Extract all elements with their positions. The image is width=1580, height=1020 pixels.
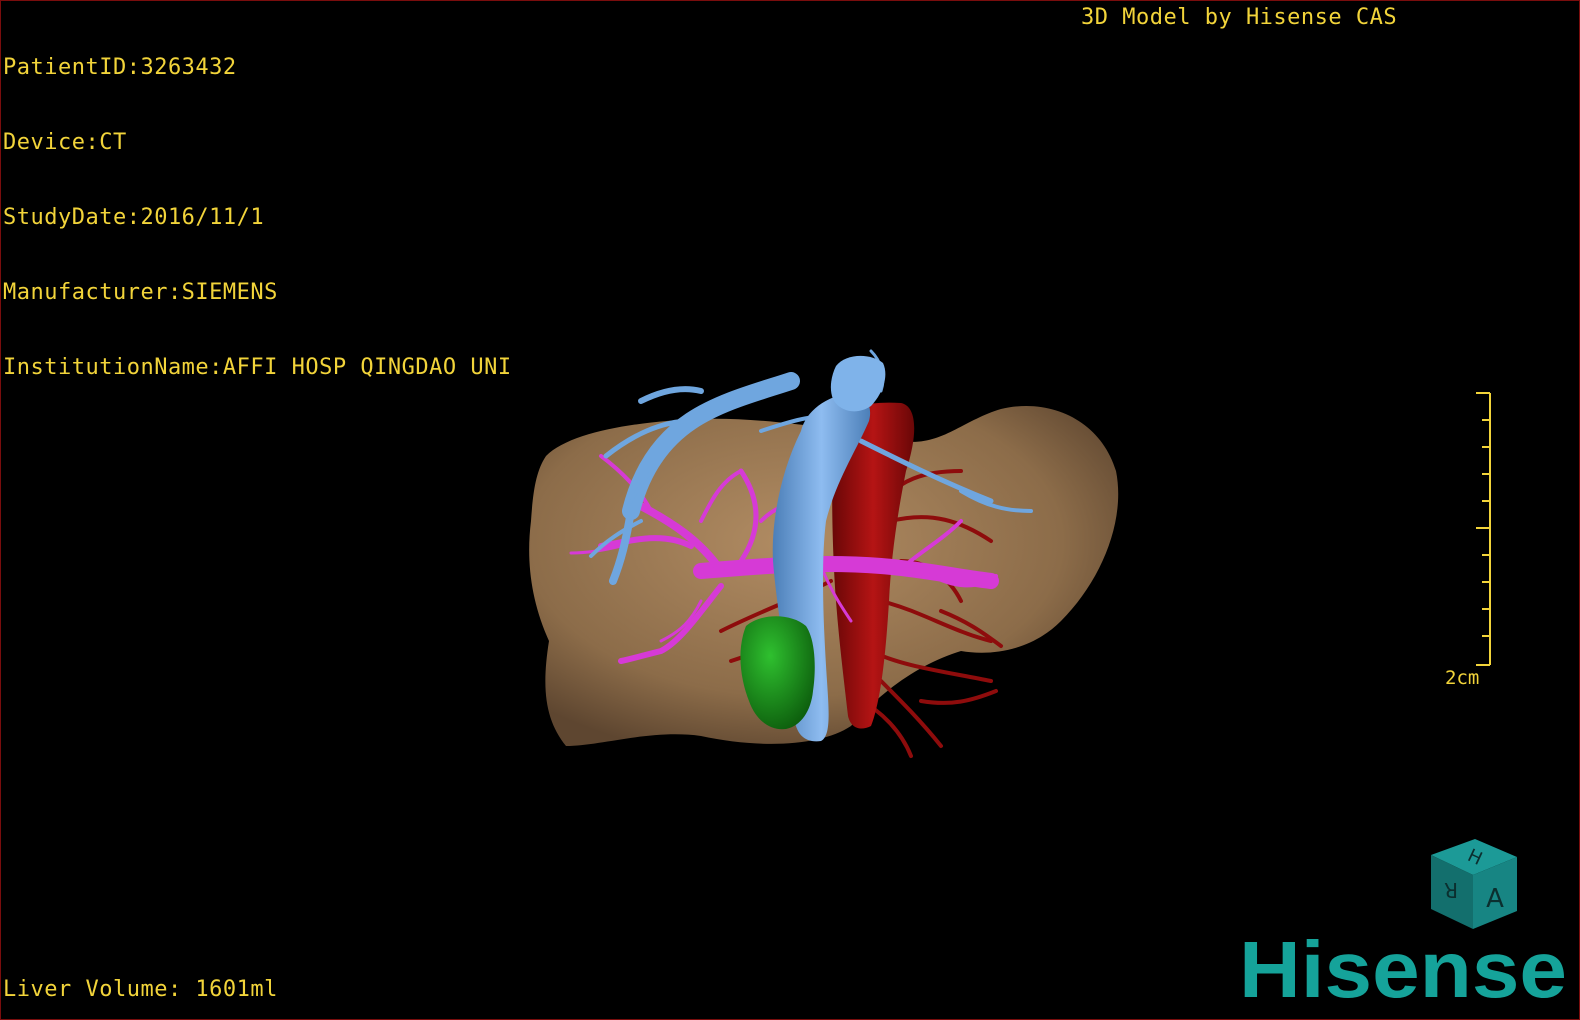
model-brand-title: 3D Model by Hisense CAS (1081, 5, 1398, 30)
patient-id-text: PatientID:3263432 (3, 55, 237, 80)
scale-bar-label: 2cm (1445, 667, 1480, 689)
cube-face-side-label: R (1444, 878, 1458, 902)
patient-info-overlay: PatientID:3263432 Device:CT StudyDate:20… (3, 5, 512, 430)
scale-bar-ruler (1476, 392, 1491, 666)
cube-face-front-label: A (1486, 884, 1504, 914)
hisense-logo-text: Hisense (1239, 929, 1567, 1007)
liver-volume-text: Liver Volume: 1601ml (3, 977, 278, 1002)
3d-render-viewport[interactable]: PatientID:3263432 Device:CT StudyDate:20… (0, 0, 1580, 1020)
device-text: Device:CT (3, 130, 127, 155)
hisense-logo: Hisense (1239, 929, 1567, 1007)
manufacturer-text: Manufacturer:SIEMENS (3, 280, 278, 305)
ivc-upper-cluster (830, 355, 886, 412)
orientation-cube-icon[interactable]: H A R (1419, 833, 1529, 933)
study-date-text: StudyDate:2016/11/1 (3, 205, 265, 230)
institution-name-text: InstitutionName:AFFI HOSP QINGDAO UNI (3, 355, 512, 380)
